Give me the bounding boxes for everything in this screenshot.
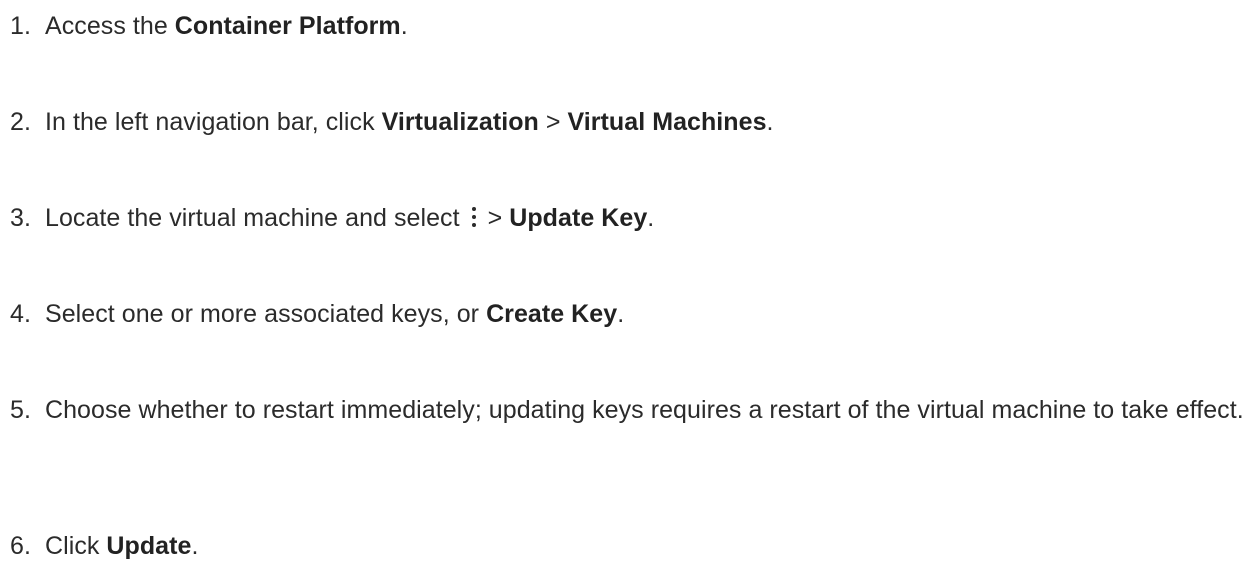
step-text: In the left navigation bar, click Virtua… bbox=[45, 102, 1245, 142]
step-text: Click Update. bbox=[45, 526, 1245, 566]
step-text-part: . bbox=[400, 12, 408, 40]
step-text-part: . bbox=[647, 204, 655, 232]
step-text: Access the Container Platform. bbox=[45, 6, 1245, 46]
step-number: 4. bbox=[10, 300, 31, 328]
step-text: Locate the virtual machine and select > … bbox=[45, 198, 1245, 238]
step-text: Choose whether to restart immediately; u… bbox=[45, 396, 1244, 424]
step-number: 1. bbox=[10, 12, 31, 40]
step-text-part: > bbox=[480, 204, 510, 232]
ui-term-virtualization: Virtualization bbox=[381, 108, 539, 136]
ui-term-update-key: Update Key bbox=[509, 204, 648, 232]
step-text-part: Access the bbox=[45, 12, 175, 40]
step-number: 2. bbox=[10, 108, 31, 136]
ui-term-update: Update bbox=[106, 532, 192, 560]
step-2: 2. In the left navigation bar, click Vir… bbox=[10, 102, 1245, 142]
step-1: 1. Access the Container Platform. bbox=[10, 6, 1245, 46]
step-text-part: In the left navigation bar, click bbox=[45, 108, 382, 136]
step-text-part: Select one or more associated keys, or bbox=[45, 300, 487, 328]
step-text-part: Click bbox=[45, 532, 107, 560]
step-3: 3. Locate the virtual machine and select… bbox=[10, 198, 1245, 238]
step-number: 6. bbox=[10, 532, 31, 560]
step-text-part: . bbox=[191, 532, 199, 560]
step-text-part: Locate the virtual machine and select bbox=[45, 204, 467, 232]
step-text-part: > bbox=[538, 108, 568, 136]
step-number: 5. bbox=[10, 396, 31, 424]
step-text-part: . bbox=[617, 300, 625, 328]
step-text-part: . bbox=[766, 108, 774, 136]
more-vertical-icon bbox=[469, 206, 479, 230]
ui-term-create-key: Create Key bbox=[486, 300, 618, 328]
step-4: 4. Select one or more associated keys, o… bbox=[10, 294, 1245, 334]
step-5: 5. Choose whether to restart immediately… bbox=[10, 390, 1245, 430]
ui-term-virtual-machines: Virtual Machines bbox=[567, 108, 767, 136]
step-6: 6. Click Update. bbox=[10, 526, 1245, 566]
step-text: Select one or more associated keys, or C… bbox=[45, 294, 1245, 334]
ui-term-container-platform: Container Platform bbox=[174, 12, 401, 40]
step-number: 3. bbox=[10, 204, 31, 232]
